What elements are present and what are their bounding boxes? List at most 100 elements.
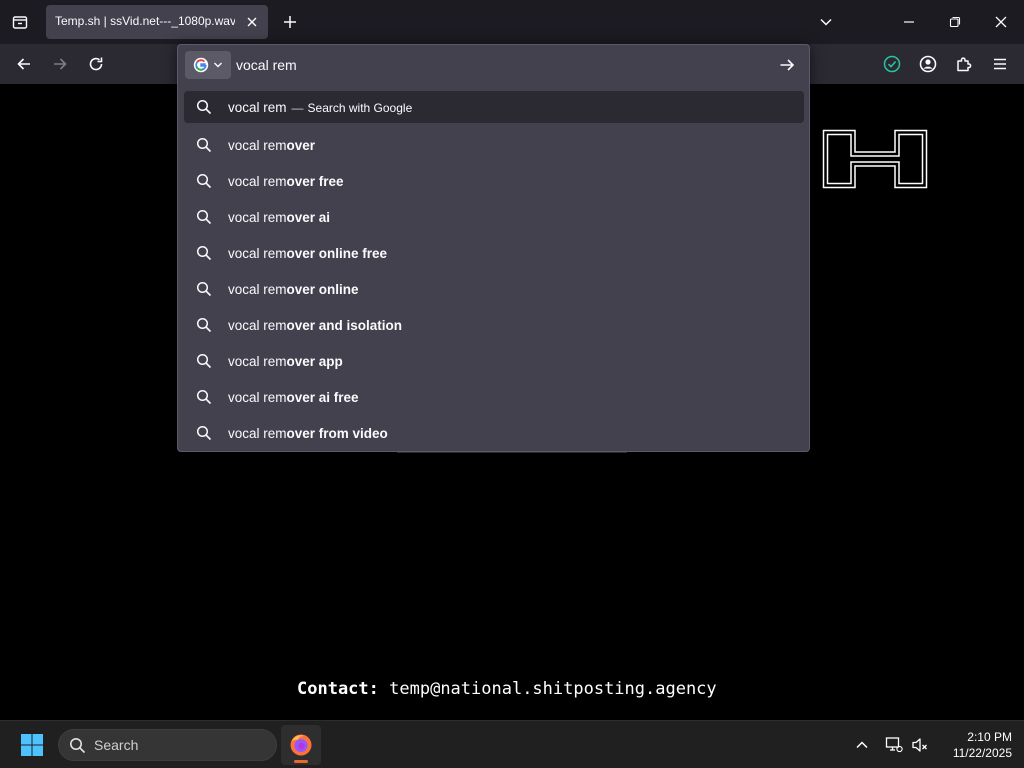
suggestion-typed: vocal rem — [228, 209, 287, 225]
back-arrow-icon — [16, 56, 32, 72]
search-icon — [196, 281, 212, 297]
suggestion-text: vocal remover online free — [228, 246, 387, 261]
back-button[interactable] — [8, 48, 40, 80]
suggestion-text: vocal remover and isolation — [228, 318, 402, 333]
suggestion-text: vocal remover ai — [228, 210, 330, 225]
chevron-down-icon — [819, 15, 833, 29]
search-icon — [196, 173, 212, 189]
suggestion-text: vocal remover ai free — [228, 390, 359, 405]
suggestion-typed: vocal rem — [228, 353, 287, 369]
contact-line: Contact: temp@national.shitposting.agenc… — [297, 679, 717, 699]
windows-logo-icon — [20, 733, 44, 757]
suggestion-typed: vocal rem — [228, 389, 287, 405]
taskbar-search[interactable]: Search — [58, 729, 277, 761]
search-icon — [196, 245, 212, 261]
tab-title: Temp.sh | ssVid.net---_1080p.wav — [55, 14, 235, 28]
search-icon — [196, 137, 212, 153]
site-logo — [822, 129, 928, 189]
minimize-icon — [903, 16, 915, 28]
suggestion-typed: vocal rem — [228, 317, 287, 333]
forward-button[interactable] — [44, 48, 76, 80]
new-tab-button[interactable] — [274, 6, 306, 38]
search-engine-button[interactable] — [185, 51, 231, 79]
contact-email[interactable]: temp@national.shitposting.agency — [389, 679, 717, 699]
suggestion-completion: over — [286, 137, 316, 153]
suggestion-row[interactable]: vocal remover — [184, 127, 804, 163]
suggestion-typed: vocal rem — [228, 425, 287, 441]
suggestion-row[interactable]: vocal remover free — [184, 163, 804, 199]
suggestion-row[interactable]: vocal remover online free — [184, 235, 804, 271]
suggestion-text: vocal remover free — [228, 174, 344, 189]
search-row-text: vocal rem — Search with Google — [228, 100, 412, 115]
app-menu-button[interactable] — [984, 48, 1016, 80]
suggestion-completion: over app — [286, 353, 343, 369]
search-row-separator: — — [291, 100, 304, 115]
tab-close-button[interactable] — [240, 10, 264, 34]
search-icon — [196, 209, 212, 225]
clock-date: 11/22/2025 — [952, 746, 1012, 760]
suggestion-typed: vocal rem — [228, 137, 287, 153]
google-logo-icon — [193, 57, 209, 73]
suggestion-text: vocal remover from video — [228, 426, 388, 441]
search-icon — [196, 353, 212, 369]
urlbar-popup: vocal rem—Search with Google vocal remov… — [177, 44, 810, 452]
suggestion-row[interactable]: vocal remover online — [184, 271, 804, 307]
restore-button[interactable] — [932, 0, 978, 44]
network-tray-button[interactable] — [882, 733, 906, 757]
chevron-up-icon — [855, 738, 869, 752]
suggestion-typed: vocal rem — [228, 173, 287, 189]
suggestion-completion: over online — [286, 281, 359, 297]
search-icon — [196, 317, 212, 333]
suggestion-row[interactable]: vocal remover app — [184, 343, 804, 379]
account-icon — [919, 55, 937, 73]
reload-button[interactable] — [80, 48, 112, 80]
close-icon — [995, 16, 1007, 28]
suggestion-row[interactable]: vocal remover and isolation — [184, 307, 804, 343]
tab-list-button[interactable] — [4, 6, 36, 38]
list-all-tabs-button[interactable] — [810, 6, 842, 38]
url-input[interactable] — [236, 55, 756, 75]
clock[interactable]: 2:10 PM 11/22/2025 — [936, 729, 1012, 761]
tab-strip: Temp.sh | ssVid.net---_1080p.wav — [0, 0, 1024, 44]
suggestion-row[interactable]: vocal remover ai — [184, 199, 804, 235]
restore-icon — [949, 16, 961, 28]
start-button[interactable] — [14, 729, 50, 761]
search-with-google-row[interactable]: vocal rem — Search with Google — [184, 91, 804, 123]
suggestion-row[interactable]: vocal remover ai free — [184, 379, 804, 415]
hamburger-menu-icon — [992, 56, 1008, 72]
search-icon — [196, 389, 212, 405]
extension-check-button[interactable] — [876, 48, 908, 80]
forward-arrow-icon — [52, 56, 68, 72]
extensions-button[interactable] — [948, 48, 980, 80]
suggestion-list: vocal remover vocal remover free vocal rem… — [184, 127, 804, 451]
suggestion-completion: over from video — [286, 425, 388, 441]
search-icon — [196, 425, 212, 441]
go-arrow-icon — [779, 57, 795, 73]
show-hidden-icons-button[interactable] — [850, 733, 874, 757]
active-app-indicator — [294, 760, 308, 763]
suggestion-completion: over online free — [286, 245, 388, 261]
monitor-network-icon — [885, 736, 903, 754]
firefox-taskbar-button[interactable] — [281, 725, 321, 765]
volume-tray-button[interactable] — [908, 733, 932, 757]
suggestion-completion: over free — [286, 173, 344, 189]
close-window-button[interactable] — [978, 0, 1024, 44]
check-circle-icon — [883, 55, 901, 73]
clock-time: 2:10 PM — [967, 730, 1012, 744]
search-row-action: Search with Google — [307, 100, 413, 115]
contact-label: Contact: — [297, 679, 379, 699]
suggestion-text: vocal remover online — [228, 282, 359, 297]
urlbar-results: vocal rem — Search with Google vocal remov… — [184, 91, 804, 451]
search-icon — [69, 737, 86, 754]
active-tab[interactable]: Temp.sh | ssVid.net---_1080p.wav — [46, 5, 268, 39]
puzzle-icon — [955, 55, 973, 73]
search-row-query: vocal rem — [228, 99, 287, 115]
suggestion-typed: vocal rem — [228, 245, 287, 261]
minimize-button[interactable] — [886, 0, 932, 44]
account-button[interactable] — [912, 48, 944, 80]
go-button[interactable] — [771, 49, 803, 81]
close-icon — [246, 16, 258, 28]
tab-list-icon — [12, 14, 28, 30]
firefox-icon — [289, 733, 313, 757]
suggestion-row[interactable]: vocal remover from video — [184, 415, 804, 451]
